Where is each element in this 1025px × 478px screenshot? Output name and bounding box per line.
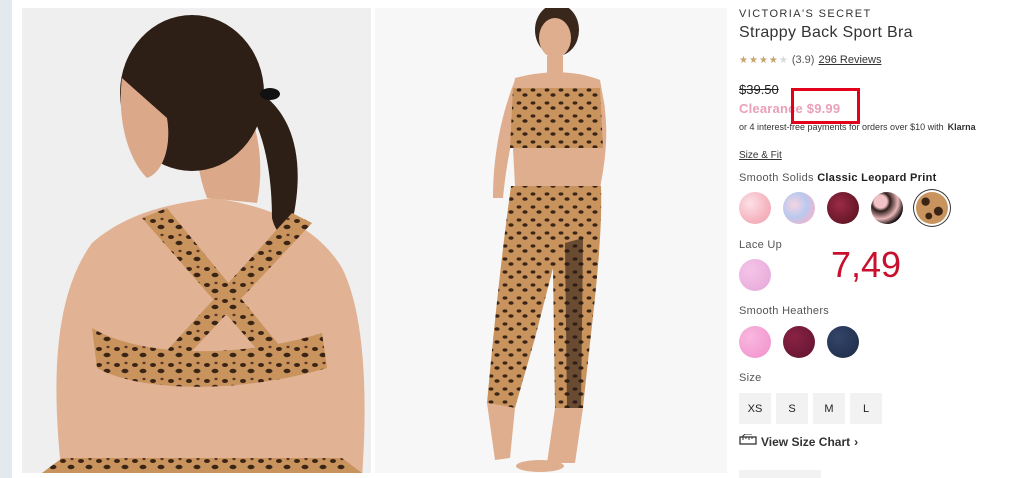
klarna-logo[interactable]: Klarna (948, 122, 976, 132)
star-icon: ★ (739, 54, 748, 66)
swatch-heather-pink[interactable] (739, 326, 771, 358)
left-panel-edge (0, 0, 12, 478)
add-to-bag-button-top[interactable] (739, 470, 821, 478)
price-highlight-box (791, 88, 860, 124)
lace-up-label: Lace Up (739, 239, 783, 251)
installments-info: or 4 interest-free payments for orders o… (739, 122, 976, 132)
brand-name: VICTORIA'S SECRET (739, 8, 872, 20)
swatch-pink-camo[interactable] (871, 192, 903, 224)
annotation-price-note: 7,49 (831, 244, 902, 285)
reviews-link[interactable]: 296 Reviews (818, 54, 881, 66)
swatch-classic-leopard-print[interactable] (916, 192, 948, 224)
swatch-heather-burgundy[interactable] (783, 326, 815, 358)
size-fit-link[interactable]: Size & Fit (739, 150, 782, 161)
size-option-xs[interactable]: XS (739, 393, 771, 424)
rating-value: (3.9) (791, 54, 815, 66)
size-option-s[interactable]: S (776, 393, 808, 424)
smooth-solids-label: Smooth Solids Classic Leopard Print (739, 172, 937, 184)
swatch-berry-tie-dye[interactable] (827, 192, 859, 224)
product-gallery (22, 8, 727, 473)
star-icon: ★ (778, 54, 788, 66)
size-label: Size (739, 372, 762, 384)
star-icon: ★ (748, 54, 758, 66)
swatch-lace-up-pink[interactable] (739, 259, 771, 291)
product-title: Strappy Back Sport Bra (739, 24, 913, 41)
swatch-pink-tie-dye[interactable] (739, 192, 771, 224)
star-icon: ★ (768, 54, 778, 66)
smooth-heathers-label: Smooth Heathers (739, 305, 830, 317)
size-option-m[interactable]: M (813, 393, 845, 424)
ruler-icon (739, 433, 757, 449)
chevron-right-icon: › (854, 434, 859, 449)
rating-row: ★ ★ ★ ★ ★ (3.9) 296 Reviews (739, 54, 881, 66)
product-image-back[interactable] (22, 8, 371, 473)
selected-color-name: Classic Leopard Print (817, 172, 937, 184)
rating-stars: ★ ★ ★ ★ ★ (739, 55, 788, 66)
size-chart-label: View Size Chart (761, 434, 851, 449)
installments-text: or 4 interest-free payments for orders o… (739, 122, 944, 132)
star-icon: ★ (758, 54, 768, 66)
view-size-chart-link[interactable]: View Size Chart › (739, 433, 859, 449)
swatch-heather-navy[interactable] (827, 326, 859, 358)
size-option-l[interactable]: L (850, 393, 882, 424)
swatch-pastel-tie-dye[interactable] (783, 192, 815, 224)
smooth-solids-title: Smooth Solids (739, 172, 814, 184)
original-price: $39.50 (739, 82, 779, 97)
product-image-front[interactable] (375, 8, 727, 473)
